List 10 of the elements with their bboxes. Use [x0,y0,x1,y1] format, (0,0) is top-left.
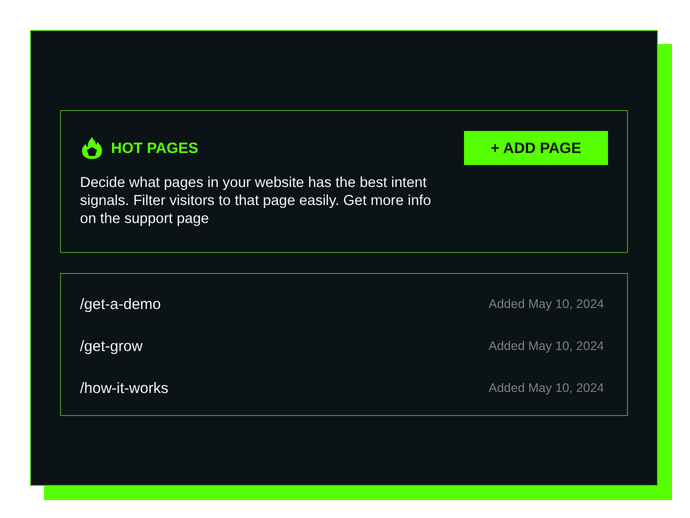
page-path: /get-grow [80,338,143,354]
add-page-button[interactable]: + ADD PAGE [464,131,608,165]
added-date: Added May 10, 2024 [488,297,604,311]
description-text: Decide what pages in your website has the best intent signals. Filter visitors to that page easily. Get more info on the support page [80,174,432,228]
section-title: HOT PAGES [111,140,198,156]
added-date: Added May 10, 2024 [488,339,604,353]
page-path: /get-a-demo [80,296,161,312]
added-date: Added May 10, 2024 [488,381,604,395]
flame-icon [80,136,104,160]
page-path: /how-it-works [80,380,168,396]
